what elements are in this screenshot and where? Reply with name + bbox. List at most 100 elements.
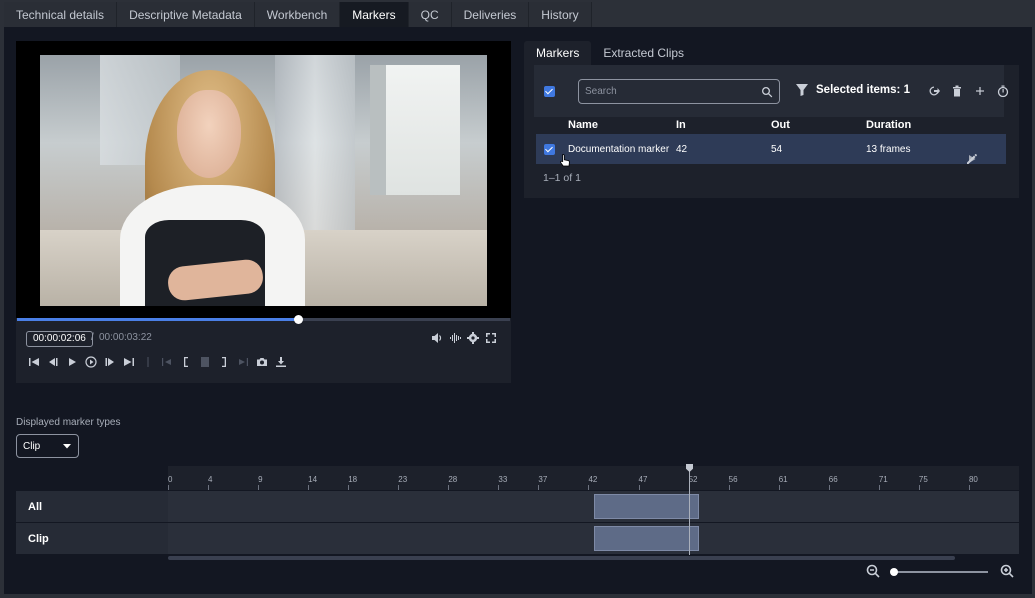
tab-markers-list[interactable]: Markers	[524, 41, 592, 65]
transport-controls	[28, 356, 287, 368]
camera-icon[interactable]	[256, 356, 268, 368]
markers-panel: Search Selected items: 1 Name In Out Dur…	[524, 65, 1019, 198]
col-name[interactable]: Name	[568, 119, 598, 131]
col-out[interactable]: Out	[771, 119, 790, 131]
tab-markers[interactable]: Markers	[340, 2, 409, 27]
divider-icon	[142, 356, 154, 368]
video-area[interactable]	[16, 41, 511, 318]
tab-qc[interactable]: QC	[408, 2, 452, 27]
markers-toolbar: Search Selected items: 1	[534, 65, 1009, 117]
edit-icon[interactable]	[966, 153, 978, 165]
add-icon[interactable]	[974, 84, 986, 97]
tab-descriptive-metadata[interactable]: Descriptive Metadata	[117, 2, 255, 27]
total-time: 00:00:03:22	[99, 332, 152, 343]
player-settings	[431, 332, 497, 344]
ruler-tick: 4	[208, 475, 213, 490]
search-input[interactable]: Search	[578, 79, 780, 104]
play-icon[interactable]	[66, 356, 78, 368]
row-checkbox[interactable]	[544, 144, 555, 155]
table-row[interactable]: Documentation marker 42 54 13 frames	[536, 134, 1006, 167]
marker-in: 42	[676, 144, 688, 155]
timeline-ruler[interactable]: 0 4 9 14 18 23 28 33 37 42 47 52 56 61 66 71 75 80	[168, 466, 1019, 490]
download-frame-icon[interactable]	[275, 356, 287, 368]
chevron-down-icon	[63, 444, 71, 449]
tab-history[interactable]: History	[529, 2, 592, 27]
marker-type-value: Clip	[23, 440, 41, 452]
step-forward-icon[interactable]	[104, 356, 116, 368]
mark-in-icon[interactable]	[180, 356, 192, 368]
search-placeholder: Search	[585, 86, 617, 97]
go-to-in-icon[interactable]	[161, 356, 173, 368]
progress-handle[interactable]	[294, 315, 303, 324]
progress-fill	[17, 318, 298, 321]
track-label-all: All	[16, 491, 168, 522]
volume-icon[interactable]	[431, 332, 443, 344]
ruler-tick: 14	[308, 475, 318, 490]
video-frame	[40, 55, 487, 306]
tab-workbench[interactable]: Workbench	[254, 2, 341, 27]
markers-panel-tabs: Markers Extracted Clips	[524, 41, 696, 65]
export-icon[interactable]	[928, 84, 940, 97]
tab-technical-details[interactable]: Technical details	[4, 2, 118, 27]
clear-mark-icon[interactable]	[199, 356, 211, 368]
top-tabs: Technical details Descriptive Metadata W…	[4, 2, 592, 27]
track-label-clip: Clip	[16, 523, 168, 554]
loop-play-icon[interactable]	[85, 356, 97, 368]
delete-icon[interactable]	[951, 84, 963, 97]
ruler-tick: 56	[728, 475, 738, 490]
toolbar-actions	[928, 84, 1009, 97]
zoom-slider[interactable]	[893, 571, 988, 573]
marker-segment[interactable]	[593, 526, 699, 551]
zoom-slider-handle[interactable]	[890, 568, 898, 576]
track-clip[interactable]	[168, 523, 1019, 554]
marker-type-select[interactable]: Clip	[16, 434, 79, 458]
time-separator: /	[91, 332, 94, 343]
timeline-playhead[interactable]	[689, 465, 690, 555]
filter-icon[interactable]	[796, 84, 808, 96]
table-header: Name In Out Duration	[568, 119, 1008, 133]
ruler-tick: 37	[538, 475, 548, 490]
marker-out: 54	[771, 144, 783, 155]
ruler-tick: 33	[498, 475, 508, 490]
col-in[interactable]: In	[676, 119, 686, 131]
mark-out-icon[interactable]	[218, 356, 230, 368]
marker-segment[interactable]	[593, 494, 699, 519]
waveform-icon[interactable]	[449, 332, 461, 344]
zoom-control	[866, 564, 1016, 580]
timer-icon[interactable]	[997, 84, 1009, 97]
ruler-tick: 42	[588, 475, 598, 490]
go-to-out-icon[interactable]	[237, 356, 249, 368]
skip-end-icon[interactable]	[123, 356, 135, 368]
pointer-cursor-icon	[560, 154, 570, 167]
ruler-tick: 80	[968, 475, 978, 490]
marker-name: Documentation marker	[568, 144, 670, 155]
zoom-in-icon[interactable]	[1000, 564, 1014, 578]
ruler-tick: 18	[348, 475, 358, 490]
tab-extracted-clips[interactable]: Extracted Clips	[591, 41, 696, 65]
step-back-icon[interactable]	[47, 356, 59, 368]
fullscreen-icon[interactable]	[485, 332, 497, 344]
select-all-checkbox[interactable]	[544, 86, 555, 97]
video-player: 00:00:02:06 / 00:00:03:22	[16, 41, 511, 383]
timeline-scrollbar[interactable]	[168, 556, 955, 560]
gear-icon[interactable]	[467, 332, 479, 344]
zoom-out-icon[interactable]	[866, 564, 880, 578]
ruler-tick: 75	[918, 475, 928, 490]
tab-deliveries[interactable]: Deliveries	[451, 2, 530, 27]
skip-start-icon[interactable]	[28, 356, 40, 368]
ruler-tick: 47	[638, 475, 648, 490]
search-icon[interactable]	[761, 86, 773, 98]
selected-count: Selected items: 1	[796, 84, 910, 96]
ruler-tick: 61	[778, 475, 788, 490]
pagination-count: 1–1 of 1	[543, 172, 581, 184]
marker-duration: 13 frames	[866, 144, 911, 155]
track-all[interactable]	[168, 491, 1019, 522]
marker-types-label: Displayed marker types	[16, 417, 121, 428]
progress-bar[interactable]	[17, 315, 510, 324]
ruler-tick: 66	[828, 475, 838, 490]
current-time[interactable]: 00:00:02:06	[26, 331, 93, 347]
ruler-tick: 71	[878, 475, 888, 490]
ruler-tick: 9	[258, 475, 263, 490]
selected-label: Selected items: 1	[816, 84, 910, 96]
col-duration[interactable]: Duration	[866, 119, 911, 131]
